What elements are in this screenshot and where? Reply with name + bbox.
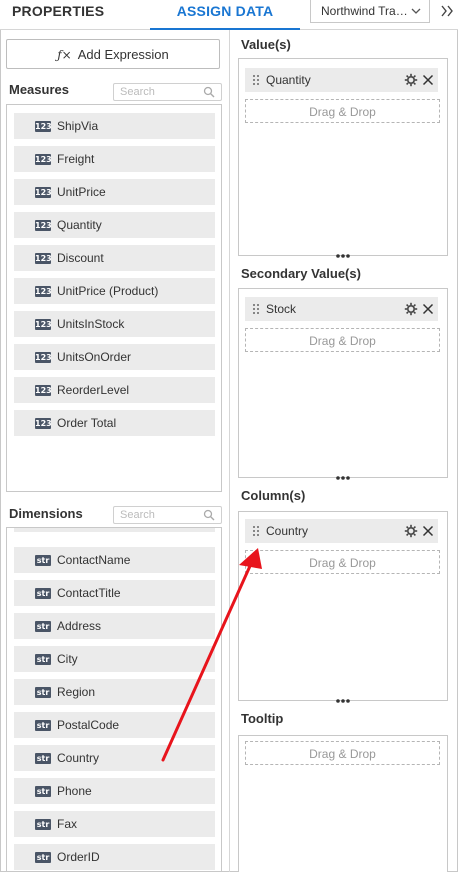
list-item[interactable]: str City bbox=[14, 646, 215, 672]
number-type-icon: 123 bbox=[35, 385, 52, 396]
secondary-values-zone-title: Secondary Value(s) bbox=[241, 266, 361, 281]
measures-search-placeholder: Search bbox=[120, 86, 155, 98]
list-item[interactable]: str Address bbox=[14, 613, 215, 639]
number-type-icon: 123 bbox=[35, 352, 52, 363]
search-icon bbox=[203, 509, 215, 521]
panel-header: PROPERTIES ASSIGN DATA Northwind Tra… bbox=[0, 0, 458, 30]
tooltip-zone-title: Tooltip bbox=[241, 711, 284, 726]
list-item-partial bbox=[14, 528, 215, 532]
grip-icon[interactable] bbox=[252, 525, 260, 537]
list-item[interactable]: 123 ReorderLevel bbox=[14, 377, 215, 403]
dimensions-title: Dimensions bbox=[9, 506, 83, 521]
list-item[interactable]: str Country bbox=[14, 745, 215, 771]
list-item[interactable]: 123 UnitsOnOrder bbox=[14, 344, 215, 370]
list-item[interactable]: str PostalCode bbox=[14, 712, 215, 738]
tooltip-drop-zone[interactable]: Drag & Drop bbox=[238, 735, 448, 872]
grip-icon[interactable] bbox=[252, 74, 260, 86]
string-type-icon: str bbox=[35, 555, 51, 566]
tooltip-drop-target[interactable]: Drag & Drop bbox=[245, 741, 440, 765]
list-item[interactable]: 123 ShipVia bbox=[14, 113, 215, 139]
resize-handle-icon[interactable] bbox=[335, 475, 351, 481]
add-expression-label: Add Expression bbox=[77, 47, 169, 62]
measures-title: Measures bbox=[9, 82, 69, 97]
columns-drop-zone[interactable]: Country Drag & Drop bbox=[238, 511, 448, 704]
double-chevron-right-icon[interactable] bbox=[438, 2, 456, 20]
list-item[interactable]: str Region bbox=[14, 679, 215, 705]
string-type-icon: str bbox=[35, 819, 51, 830]
secondary-values-drop-target[interactable]: Drag & Drop bbox=[245, 328, 440, 352]
datasource-dropdown[interactable]: Northwind Tra… bbox=[310, 0, 430, 23]
number-type-icon: 123 bbox=[35, 121, 52, 132]
measures-list: 123 ShipVia 123 Freight 123 UnitPrice 123 Qu… bbox=[6, 104, 222, 492]
columns-field-chip[interactable]: Country bbox=[245, 519, 438, 543]
chevron-down-icon bbox=[411, 8, 421, 14]
tab-properties[interactable]: PROPERTIES bbox=[12, 3, 104, 19]
number-type-icon: 123 bbox=[35, 286, 52, 297]
list-item[interactable]: str OrderID bbox=[14, 844, 215, 870]
tab-assign-data[interactable]: ASSIGN DATA bbox=[150, 0, 300, 30]
number-type-icon: 123 bbox=[35, 253, 52, 264]
string-type-icon: str bbox=[35, 852, 51, 863]
values-field-chip[interactable]: Quantity bbox=[245, 68, 438, 92]
secondary-values-drop-zone[interactable]: Stock Drag & Drop bbox=[238, 288, 448, 481]
list-item[interactable]: 123 Discount bbox=[14, 245, 215, 271]
list-item[interactable]: 123 Quantity bbox=[14, 212, 215, 238]
secondary-values-field-chip[interactable]: Stock bbox=[245, 297, 438, 321]
string-type-icon: str bbox=[35, 621, 51, 632]
gear-icon[interactable] bbox=[404, 73, 418, 87]
values-zone-title: Value(s) bbox=[241, 37, 291, 52]
values-drop-target[interactable]: Drag & Drop bbox=[245, 99, 440, 123]
columns-drop-target[interactable]: Drag & Drop bbox=[245, 550, 440, 574]
list-item[interactable]: 123 UnitPrice (Product) bbox=[14, 278, 215, 304]
columns-zone-title: Column(s) bbox=[241, 488, 306, 503]
close-icon[interactable] bbox=[421, 302, 435, 316]
number-type-icon: 123 bbox=[35, 220, 52, 231]
number-type-icon: 123 bbox=[35, 154, 52, 165]
string-type-icon: str bbox=[35, 687, 51, 698]
number-type-icon: 123 bbox=[35, 187, 52, 198]
list-item[interactable]: str Phone bbox=[14, 778, 215, 804]
list-item[interactable]: 123 Freight bbox=[14, 146, 215, 172]
data-zones-pane: Value(s) Quantity Drag & Drop Secondary … bbox=[231, 30, 458, 872]
fields-pane: ƒ× Add Expression Measures Search 123 Ship… bbox=[0, 30, 230, 872]
close-icon[interactable] bbox=[421, 524, 435, 538]
string-type-icon: str bbox=[35, 720, 51, 731]
string-type-icon: str bbox=[35, 753, 51, 764]
list-item[interactable]: str ContactTitle bbox=[14, 580, 215, 606]
add-expression-button[interactable]: ƒ× Add Expression bbox=[6, 39, 220, 69]
list-item[interactable]: 123 Order Total bbox=[14, 410, 215, 436]
list-item[interactable]: str Fax bbox=[14, 811, 215, 837]
resize-handle-icon[interactable] bbox=[335, 253, 351, 259]
string-type-icon: str bbox=[35, 588, 51, 599]
close-icon[interactable] bbox=[421, 73, 435, 87]
string-type-icon: str bbox=[35, 654, 51, 665]
dimensions-list: str ContactName str ContactTitle str Addres… bbox=[6, 527, 222, 872]
gear-icon[interactable] bbox=[404, 524, 418, 538]
gear-icon[interactable] bbox=[404, 302, 418, 316]
list-item[interactable]: 123 UnitsInStock bbox=[14, 311, 215, 337]
list-item[interactable]: str ContactName bbox=[14, 547, 215, 573]
resize-handle-icon[interactable] bbox=[335, 698, 351, 704]
datasource-selected-value: Northwind Tra… bbox=[321, 4, 408, 18]
values-drop-zone[interactable]: Quantity Drag & Drop bbox=[238, 58, 448, 259]
dimensions-search-input[interactable]: Search bbox=[113, 506, 222, 524]
number-type-icon: 123 bbox=[35, 319, 52, 330]
fx-icon: ƒ× bbox=[57, 48, 72, 62]
number-type-icon: 123 bbox=[35, 418, 52, 429]
search-icon bbox=[203, 86, 215, 98]
measures-search-input[interactable]: Search bbox=[113, 83, 222, 101]
string-type-icon: str bbox=[35, 786, 51, 797]
list-item[interactable]: 123 UnitPrice bbox=[14, 179, 215, 205]
grip-icon[interactable] bbox=[252, 303, 260, 315]
dimensions-search-placeholder: Search bbox=[120, 509, 155, 521]
